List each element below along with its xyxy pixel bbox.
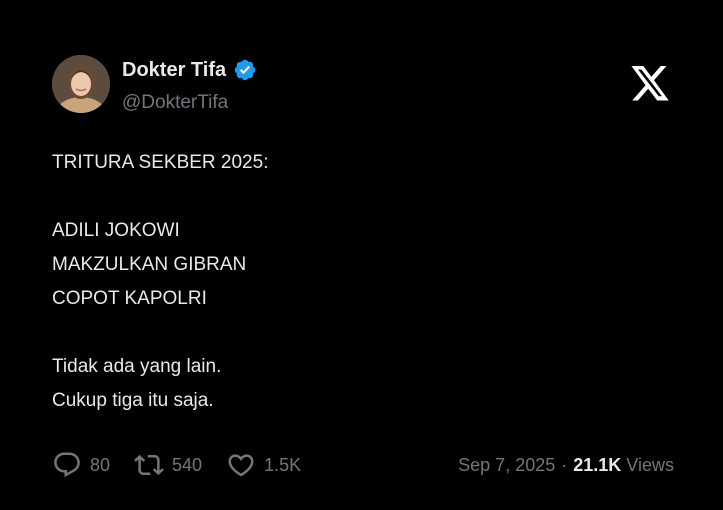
tweet-line: MAKZULKAN GIBRAN — [52, 254, 247, 275]
author-display-name[interactable]: Dokter Tifa — [122, 59, 226, 82]
views-label: Views — [626, 454, 674, 475]
reply-icon — [52, 450, 82, 480]
meta-separator: · — [561, 454, 568, 475]
tweet-line — [52, 180, 268, 214]
tweet-line — [52, 316, 268, 350]
tweet-line: Cukup tiga itu saja. — [52, 390, 214, 411]
repost-button[interactable]: 540 — [134, 450, 202, 480]
tweet-line: COPOT KAPOLRI — [52, 288, 207, 309]
avatar-image — [52, 55, 110, 113]
tweet-line: Tidak ada yang lain. — [52, 356, 222, 377]
x-logo-icon[interactable] — [629, 66, 671, 104]
like-count: 1.5K — [264, 454, 302, 475]
heart-icon — [226, 450, 256, 480]
tweet-line: TRITURA SEKBER 2025: — [52, 152, 269, 173]
repost-icon — [134, 450, 164, 480]
tweet-date[interactable]: Sep 7, 2025 — [458, 455, 555, 476]
tweet-text: TRITURA SEKBER 2025: ADILI JOKOWI MAKZUL… — [52, 146, 268, 418]
reply-button[interactable]: 80 — [52, 450, 110, 480]
action-bar: 80 540 1.5K — [52, 450, 301, 480]
avatar[interactable] — [52, 55, 110, 113]
tweet-footer: 80 540 1.5K Sep 7, 2025 · 21.1K Views — [52, 449, 674, 481]
author-name-row: Dokter Tifa — [122, 58, 257, 82]
author-handle[interactable]: @DokterTifa — [122, 92, 228, 114]
reply-count: 80 — [90, 454, 111, 475]
verified-badge-icon — [233, 58, 257, 82]
tweet-line: ADILI JOKOWI — [52, 220, 180, 241]
tweet-meta: Sep 7, 2025 · 21.1K Views — [458, 455, 674, 476]
views-count: 21.1K — [573, 454, 622, 475]
repost-count: 540 — [172, 454, 203, 475]
like-button[interactable]: 1.5K — [226, 450, 301, 480]
